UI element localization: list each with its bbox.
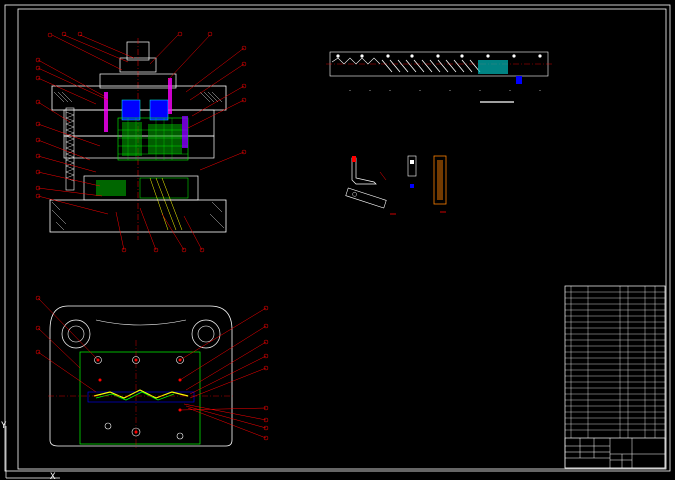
ucs-y-label: Y	[1, 421, 7, 431]
die-insert-green	[117, 117, 189, 161]
lower-die-green	[96, 180, 126, 196]
cad-drawing-canvas[interactable]: Y X	[0, 0, 675, 480]
leader-lines-plan	[35, 295, 269, 441]
strip-cyan-part	[478, 60, 508, 74]
ucs-x-label: X	[50, 472, 56, 480]
outer-frame	[4, 4, 671, 472]
strip-layout-view[interactable]	[326, 51, 552, 103]
plan-view[interactable]	[35, 295, 269, 450]
part-detail-views[interactable]	[345, 155, 447, 215]
blue-insert-right	[149, 99, 169, 121]
main-section-view[interactable]	[35, 31, 247, 253]
plan-die-plate-green	[79, 351, 201, 445]
blue-insert-left	[121, 99, 141, 121]
title-block-header	[564, 437, 666, 469]
title-block[interactable]	[564, 285, 666, 469]
parts-list-grid	[565, 286, 665, 439]
